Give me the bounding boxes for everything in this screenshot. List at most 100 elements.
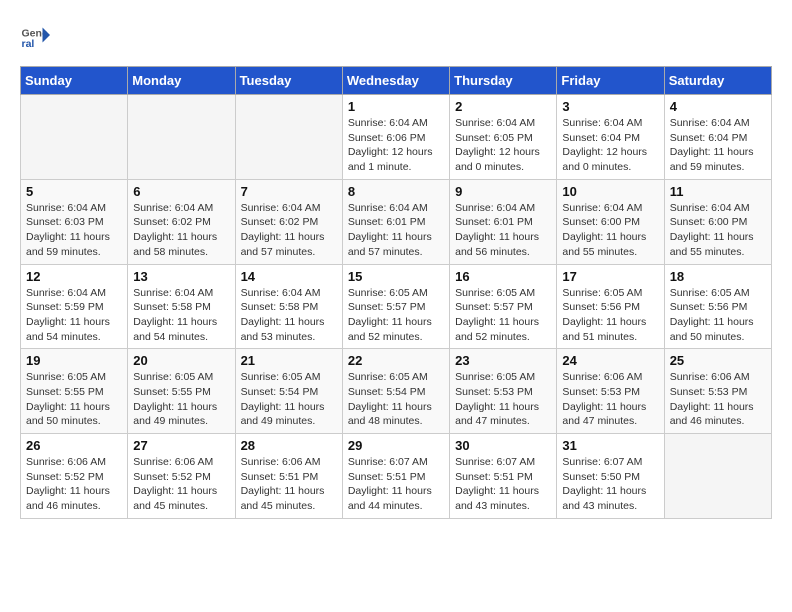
calendar-cell: 4Sunrise: 6:04 AM Sunset: 6:04 PM Daylig…	[664, 95, 771, 180]
day-number: 22	[348, 353, 444, 368]
day-number: 21	[241, 353, 337, 368]
day-number: 19	[26, 353, 122, 368]
day-number: 27	[133, 438, 229, 453]
week-row-4: 19 Sunrise: 6:05 AM Sunset: 5:55 PM Dayli…	[21, 349, 772, 434]
day-number: 28	[241, 438, 337, 453]
calendar-cell: 13 Sunrise: 6:04 AM Sunset: 5:58 PM Dayli…	[128, 264, 235, 349]
logo: Gene ral	[20, 20, 54, 50]
day-number: 3	[562, 99, 658, 114]
day-number: 1	[348, 99, 444, 114]
day-info: Sunrise: 6:04 AM Sunset: 5:58 PM Dayligh…	[133, 286, 229, 345]
day-number: 13	[133, 269, 229, 284]
calendar-cell: 28Sunrise: 6:06 AM Sunset: 5:51 PM Dayli…	[235, 434, 342, 519]
day-info: Sunrise: 6:06 AM Sunset: 5:53 PM Dayligh…	[670, 370, 766, 429]
day-info: Sunrise: 6:04 AM Sunset: 6:00 PM Dayligh…	[670, 201, 766, 260]
weekday-header-sunday: Sunday	[21, 67, 128, 95]
calendar-cell: 31 Sunrise: 6:07 AM Sunset: 5:50 PM Dayli…	[557, 434, 664, 519]
calendar-cell	[128, 95, 235, 180]
day-info: Sunrise: 6:05 AM Sunset: 5:57 PM Dayligh…	[348, 286, 444, 345]
weekday-header-friday: Friday	[557, 67, 664, 95]
day-info: Sunrise: 6:04 AM Sunset: 5:59 PM Dayligh…	[26, 286, 122, 345]
day-number: 18	[670, 269, 766, 284]
calendar-cell: 29 Sunrise: 6:07 AM Sunset: 5:51 PM Dayli…	[342, 434, 449, 519]
calendar-cell: 10 Sunrise: 6:04 AM Sunset: 6:00 PM Dayli…	[557, 179, 664, 264]
calendar-cell: 12 Sunrise: 6:04 AM Sunset: 5:59 PM Dayli…	[21, 264, 128, 349]
week-row-2: 5 Sunrise: 6:04 AM Sunset: 6:03 PM Daylig…	[21, 179, 772, 264]
calendar-cell: 16Sunrise: 6:05 AM Sunset: 5:57 PM Dayli…	[450, 264, 557, 349]
calendar-cell: 15Sunrise: 6:05 AM Sunset: 5:57 PM Dayli…	[342, 264, 449, 349]
calendar-cell: 2 Sunrise: 6:04 AM Sunset: 6:05 PM Daylig…	[450, 95, 557, 180]
calendar-cell: 9 Sunrise: 6:04 AM Sunset: 6:01 PM Daylig…	[450, 179, 557, 264]
day-info: Sunrise: 6:07 AM Sunset: 5:51 PM Dayligh…	[348, 455, 444, 514]
calendar-cell: 7Sunrise: 6:04 AM Sunset: 6:02 PM Daylig…	[235, 179, 342, 264]
day-info: Sunrise: 6:04 AM Sunset: 6:03 PM Dayligh…	[26, 201, 122, 260]
day-number: 23	[455, 353, 551, 368]
day-info: Sunrise: 6:05 AM Sunset: 5:55 PM Dayligh…	[26, 370, 122, 429]
calendar-cell: 19 Sunrise: 6:05 AM Sunset: 5:55 PM Dayli…	[21, 349, 128, 434]
day-info: Sunrise: 6:04 AM Sunset: 6:01 PM Dayligh…	[348, 201, 444, 260]
calendar-cell	[664, 434, 771, 519]
day-number: 12	[26, 269, 122, 284]
day-info: Sunrise: 6:06 AM Sunset: 5:52 PM Dayligh…	[26, 455, 122, 514]
calendar-cell: 11 Sunrise: 6:04 AM Sunset: 6:00 PM Dayli…	[664, 179, 771, 264]
day-info: Sunrise: 6:04 AM Sunset: 6:00 PM Dayligh…	[562, 201, 658, 260]
day-number: 26	[26, 438, 122, 453]
day-info: Sunrise: 6:04 AM Sunset: 6:04 PM Dayligh…	[562, 116, 658, 175]
day-info: Sunrise: 6:05 AM Sunset: 5:53 PM Dayligh…	[455, 370, 551, 429]
day-number: 14	[241, 269, 337, 284]
svg-text:ral: ral	[22, 38, 35, 50]
week-row-1: 1Sunrise: 6:04 AM Sunset: 6:06 PM Daylig…	[21, 95, 772, 180]
day-number: 31	[562, 438, 658, 453]
calendar-cell: 25Sunrise: 6:06 AM Sunset: 5:53 PM Dayli…	[664, 349, 771, 434]
calendar-cell: 27 Sunrise: 6:06 AM Sunset: 5:52 PM Dayli…	[128, 434, 235, 519]
day-number: 9	[455, 184, 551, 199]
day-number: 6	[133, 184, 229, 199]
calendar-cell: 23 Sunrise: 6:05 AM Sunset: 5:53 PM Dayli…	[450, 349, 557, 434]
day-number: 20	[133, 353, 229, 368]
day-info: Sunrise: 6:05 AM Sunset: 5:54 PM Dayligh…	[348, 370, 444, 429]
day-info: Sunrise: 6:05 AM Sunset: 5:54 PM Dayligh…	[241, 370, 337, 429]
weekday-header-row: SundayMondayTuesdayWednesdayThursdayFrid…	[21, 67, 772, 95]
day-info: Sunrise: 6:04 AM Sunset: 6:01 PM Dayligh…	[455, 201, 551, 260]
calendar-cell: 26 Sunrise: 6:06 AM Sunset: 5:52 PM Dayli…	[21, 434, 128, 519]
day-info: Sunrise: 6:04 AM Sunset: 6:02 PM Dayligh…	[133, 201, 229, 260]
calendar-cell: 17Sunrise: 6:05 AM Sunset: 5:56 PM Dayli…	[557, 264, 664, 349]
calendar-cell: 22 Sunrise: 6:05 AM Sunset: 5:54 PM Dayli…	[342, 349, 449, 434]
day-info: Sunrise: 6:07 AM Sunset: 5:50 PM Dayligh…	[562, 455, 658, 514]
day-number: 7	[241, 184, 337, 199]
day-info: Sunrise: 6:04 AM Sunset: 6:05 PM Dayligh…	[455, 116, 551, 175]
day-number: 5	[26, 184, 122, 199]
day-info: Sunrise: 6:05 AM Sunset: 5:55 PM Dayligh…	[133, 370, 229, 429]
day-number: 2	[455, 99, 551, 114]
page-header: Gene ral	[20, 20, 772, 50]
weekday-header-thursday: Thursday	[450, 67, 557, 95]
week-row-3: 12 Sunrise: 6:04 AM Sunset: 5:59 PM Dayli…	[21, 264, 772, 349]
calendar-cell: 6 Sunrise: 6:04 AM Sunset: 6:02 PM Daylig…	[128, 179, 235, 264]
weekday-header-wednesday: Wednesday	[342, 67, 449, 95]
day-number: 24	[562, 353, 658, 368]
day-number: 11	[670, 184, 766, 199]
day-number: 17	[562, 269, 658, 284]
day-info: Sunrise: 6:04 AM Sunset: 6:04 PM Dayligh…	[670, 116, 766, 175]
calendar-cell: 5 Sunrise: 6:04 AM Sunset: 6:03 PM Daylig…	[21, 179, 128, 264]
weekday-header-saturday: Saturday	[664, 67, 771, 95]
calendar-cell	[235, 95, 342, 180]
calendar-cell: 8 Sunrise: 6:04 AM Sunset: 6:01 PM Daylig…	[342, 179, 449, 264]
calendar-cell: 1Sunrise: 6:04 AM Sunset: 6:06 PM Daylig…	[342, 95, 449, 180]
day-number: 8	[348, 184, 444, 199]
calendar-cell: 20 Sunrise: 6:05 AM Sunset: 5:55 PM Dayli…	[128, 349, 235, 434]
day-number: 30	[455, 438, 551, 453]
calendar-cell	[21, 95, 128, 180]
calendar-cell: 3 Sunrise: 6:04 AM Sunset: 6:04 PM Daylig…	[557, 95, 664, 180]
day-info: Sunrise: 6:07 AM Sunset: 5:51 PM Dayligh…	[455, 455, 551, 514]
weekday-header-monday: Monday	[128, 67, 235, 95]
day-info: Sunrise: 6:05 AM Sunset: 5:57 PM Dayligh…	[455, 286, 551, 345]
week-row-5: 26 Sunrise: 6:06 AM Sunset: 5:52 PM Dayli…	[21, 434, 772, 519]
day-number: 10	[562, 184, 658, 199]
day-info: Sunrise: 6:06 AM Sunset: 5:53 PM Dayligh…	[562, 370, 658, 429]
day-number: 29	[348, 438, 444, 453]
weekday-header-tuesday: Tuesday	[235, 67, 342, 95]
day-info: Sunrise: 6:06 AM Sunset: 5:52 PM Dayligh…	[133, 455, 229, 514]
calendar-cell: 24 Sunrise: 6:06 AM Sunset: 5:53 PM Dayli…	[557, 349, 664, 434]
calendar-cell: 21 Sunrise: 6:05 AM Sunset: 5:54 PM Dayli…	[235, 349, 342, 434]
